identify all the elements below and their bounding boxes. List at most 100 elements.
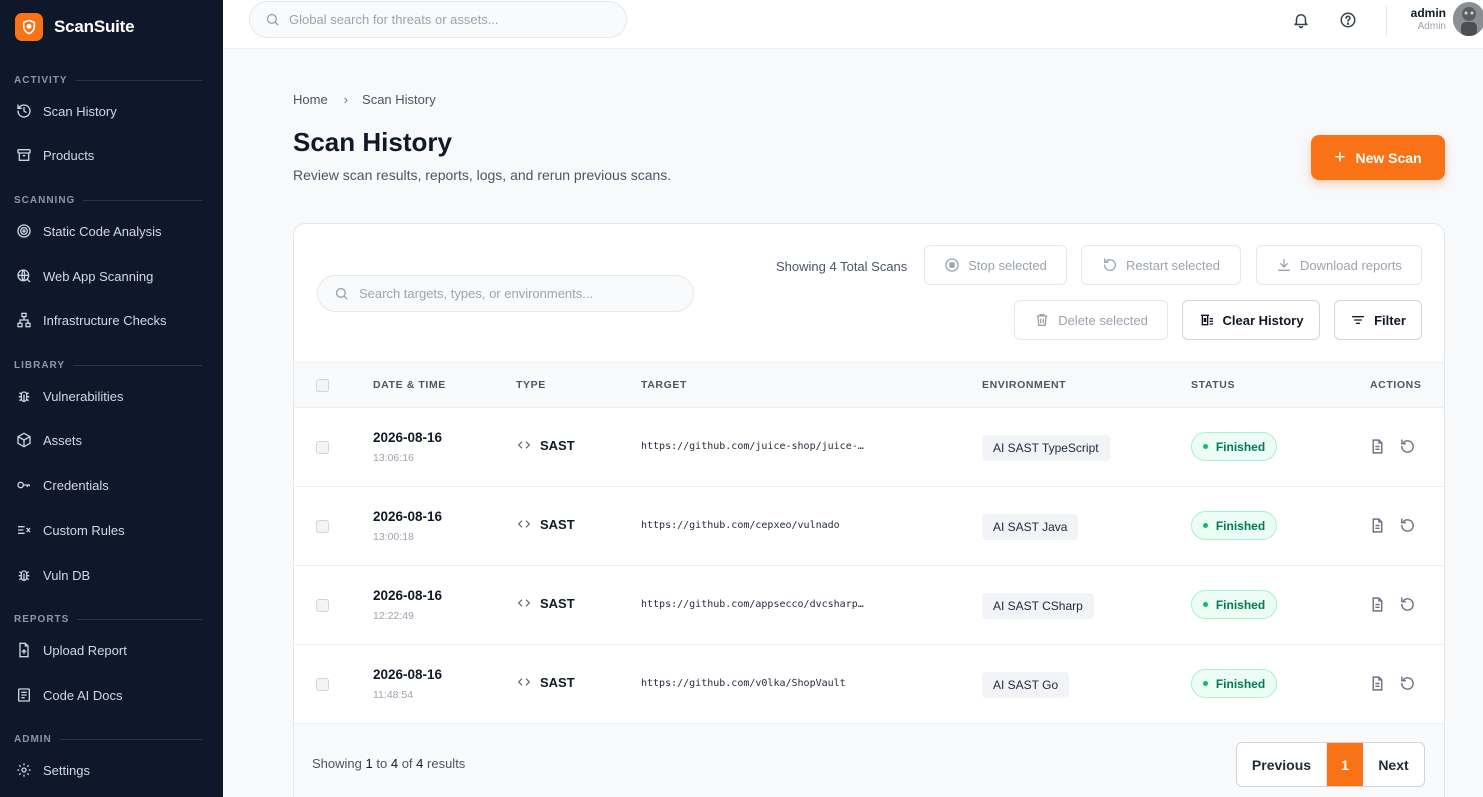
archive-icon bbox=[17, 149, 31, 161]
environment-badge: AI SAST CSharp bbox=[982, 593, 1094, 619]
status-label: Finished bbox=[1215, 597, 1266, 612]
breadcrumb-home[interactable]: Home bbox=[293, 92, 328, 107]
table-footer: Showing 1 to 4 of 4 results Previous 1 N… bbox=[294, 724, 1444, 797]
topbar-divider bbox=[1386, 6, 1387, 37]
section-label-activity: ACTIVITY bbox=[14, 75, 202, 86]
restart-selected-label: Restart selected bbox=[1126, 257, 1220, 273]
sidebar-item-label: Code AI Docs bbox=[43, 687, 123, 703]
current-page-button[interactable]: 1 bbox=[1327, 743, 1363, 786]
delete-selected-button[interactable]: Delete selected bbox=[1014, 300, 1168, 340]
report-icon[interactable] bbox=[1369, 517, 1386, 534]
table-row[interactable]: 2026-08-16 13:00:18 SAST https://github.… bbox=[294, 487, 1444, 566]
rerun-icon[interactable] bbox=[1399, 675, 1416, 692]
column-header-actions: ACTIONS bbox=[1370, 379, 1422, 391]
download-reports-button[interactable]: Download reports bbox=[1256, 245, 1422, 285]
results-to: 4 bbox=[390, 756, 399, 771]
sidebar-item-upload-report[interactable]: Upload Report bbox=[0, 633, 223, 667]
sidebar-item-label: Upload Report bbox=[43, 642, 127, 658]
sidebar-item-static-code-analysis[interactable]: Static Code Analysis bbox=[0, 214, 223, 248]
status-dot-icon bbox=[1202, 444, 1208, 449]
bell-icon[interactable] bbox=[1292, 11, 1310, 29]
table-search[interactable] bbox=[317, 275, 694, 312]
sidebar-item-label: Custom Rules bbox=[43, 522, 125, 538]
scan-type: SAST bbox=[516, 516, 575, 532]
results-to-word: to bbox=[376, 756, 388, 771]
scan-history-card: Showing 4 Total Scans Stop selected Rest… bbox=[293, 223, 1445, 797]
globe-search-icon bbox=[17, 269, 31, 283]
user-role: Admin bbox=[1417, 21, 1446, 32]
scan-time: 11:48:54 bbox=[373, 689, 414, 701]
avatar[interactable] bbox=[1453, 2, 1483, 36]
column-header-environment[interactable]: ENVIRONMENT bbox=[982, 379, 1066, 391]
status-label: Finished bbox=[1215, 518, 1266, 533]
report-icon[interactable] bbox=[1369, 438, 1386, 455]
sidebar-item-settings[interactable]: Settings bbox=[0, 753, 223, 787]
column-header-target[interactable]: TARGET bbox=[641, 379, 687, 391]
breadcrumb-current: Scan History bbox=[362, 92, 436, 107]
rerun-icon[interactable] bbox=[1399, 596, 1416, 613]
help-icon[interactable] bbox=[1339, 11, 1357, 29]
next-page-button[interactable]: Next bbox=[1363, 743, 1424, 786]
sidebar-item-label: Settings bbox=[43, 762, 90, 778]
sidebar-item-web-app-scanning[interactable]: Web App Scanning bbox=[0, 259, 223, 293]
download-icon bbox=[1278, 259, 1291, 271]
scan-type: SAST bbox=[516, 674, 575, 690]
global-search-input[interactable] bbox=[289, 12, 609, 27]
sidebar-item-assets[interactable]: Assets bbox=[0, 423, 223, 457]
row-checkbox[interactable] bbox=[316, 599, 329, 612]
table-search-input[interactable] bbox=[359, 286, 689, 301]
column-header-date[interactable]: DATE & TIME bbox=[373, 379, 446, 391]
column-header-type[interactable]: TYPE bbox=[516, 379, 546, 391]
results-prefix: Showing bbox=[312, 756, 362, 771]
results-from: 1 bbox=[365, 756, 373, 771]
report-icon[interactable] bbox=[1369, 596, 1386, 613]
sidebar-item-credentials[interactable]: Credentials bbox=[0, 468, 223, 502]
section-label-reports: REPORTS bbox=[14, 614, 202, 625]
rerun-icon[interactable] bbox=[1399, 517, 1416, 534]
row-checkbox[interactable] bbox=[316, 520, 329, 533]
sidebar-item-scan-history[interactable]: Scan History bbox=[0, 94, 223, 128]
filter-icon bbox=[1352, 316, 1365, 324]
sidebar-item-label: Infrastructure Checks bbox=[43, 312, 167, 328]
brand[interactable]: ScanSuite bbox=[15, 12, 135, 42]
new-scan-label: New Scan bbox=[1355, 149, 1422, 166]
search-icon bbox=[266, 13, 279, 26]
code-icon bbox=[517, 520, 531, 528]
scan-type-label: SAST bbox=[540, 437, 575, 453]
stop-selected-label: Stop selected bbox=[968, 257, 1047, 273]
search-icon bbox=[335, 287, 348, 300]
filter-button[interactable]: Filter bbox=[1334, 300, 1422, 340]
sidebar-item-label: Assets bbox=[43, 432, 83, 448]
stop-selected-button[interactable]: Stop selected bbox=[924, 245, 1067, 285]
sidebar-item-custom-rules[interactable]: Custom Rules bbox=[0, 513, 223, 547]
table-row[interactable]: 2026-08-16 11:48:54 SAST https://github.… bbox=[294, 645, 1444, 724]
scan-type-label: SAST bbox=[540, 595, 575, 611]
row-checkbox[interactable] bbox=[316, 678, 329, 691]
new-scan-button[interactable]: + New Scan bbox=[1311, 135, 1445, 180]
clear-history-button[interactable]: Clear History bbox=[1182, 300, 1320, 340]
column-header-status[interactable]: STATUS bbox=[1191, 379, 1235, 391]
scan-date: 2026-08-16 bbox=[373, 588, 443, 603]
rerun-icon[interactable] bbox=[1399, 438, 1416, 455]
global-search[interactable] bbox=[249, 1, 627, 38]
sidebar-item-infrastructure-checks[interactable]: Infrastructure Checks bbox=[0, 303, 223, 337]
sidebar-item-label: Vulnerabilities bbox=[43, 388, 124, 404]
sidebar-item-vuln-db[interactable]: Vuln DB bbox=[0, 558, 223, 592]
sidebar-item-code-ai-docs[interactable]: Code AI Docs bbox=[0, 678, 223, 712]
report-icon[interactable] bbox=[1369, 675, 1386, 692]
row-checkbox[interactable] bbox=[316, 441, 329, 454]
delete-selected-label: Delete selected bbox=[1058, 312, 1148, 328]
restart-selected-button[interactable]: Restart selected bbox=[1081, 245, 1241, 285]
status-badge: Finished bbox=[1191, 669, 1277, 698]
table-row[interactable]: 2026-08-16 13:06:16 SAST https://github.… bbox=[294, 408, 1444, 487]
table-row[interactable]: 2026-08-16 12:22:49 SAST https://github.… bbox=[294, 566, 1444, 645]
scan-type: SAST bbox=[516, 595, 575, 611]
sidebar-item-vulnerabilities[interactable]: Vulnerabilities bbox=[0, 379, 223, 413]
network-icon bbox=[17, 312, 31, 328]
scan-type-label: SAST bbox=[540, 516, 575, 532]
select-all-checkbox[interactable] bbox=[316, 379, 329, 392]
sidebar-item-products[interactable]: Products bbox=[0, 138, 223, 172]
status-badge: Finished bbox=[1191, 432, 1277, 461]
status-badge: Finished bbox=[1191, 511, 1277, 540]
previous-page-button[interactable]: Previous bbox=[1237, 743, 1327, 786]
